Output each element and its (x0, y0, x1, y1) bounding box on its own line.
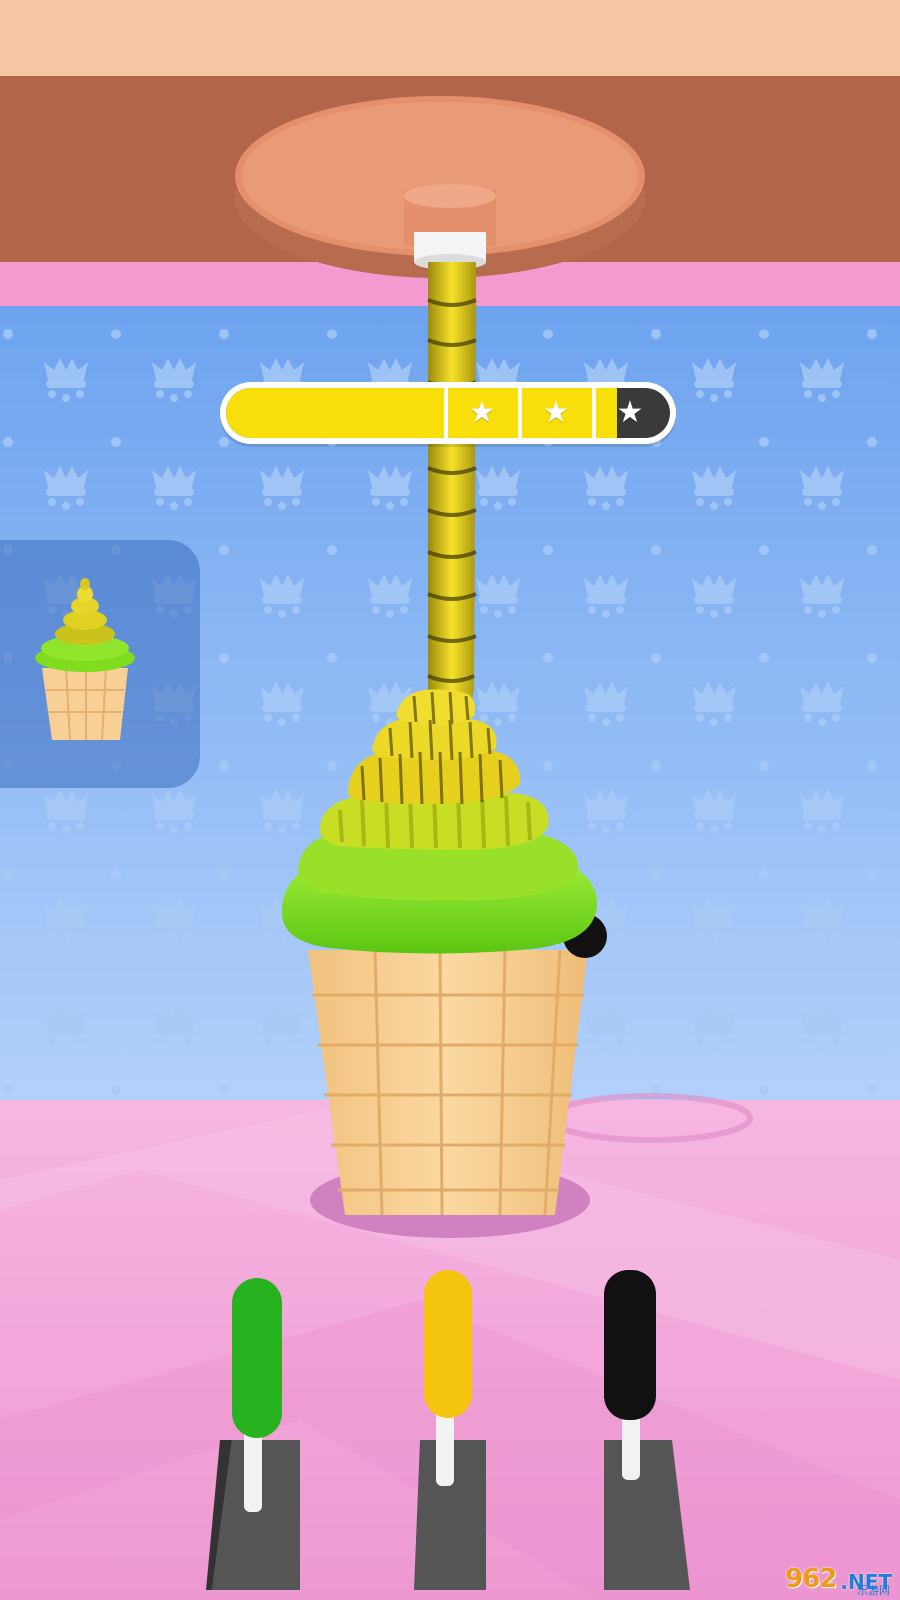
watermark-subtitle: 乐游网 (857, 1584, 890, 1597)
lever-handle (232, 1278, 282, 1438)
watermark-brand: 962 (785, 1564, 837, 1594)
lever-handle (424, 1270, 472, 1418)
site-watermark: 962 .NET 乐游网 (785, 1564, 892, 1597)
lever-handle (604, 1270, 656, 1420)
